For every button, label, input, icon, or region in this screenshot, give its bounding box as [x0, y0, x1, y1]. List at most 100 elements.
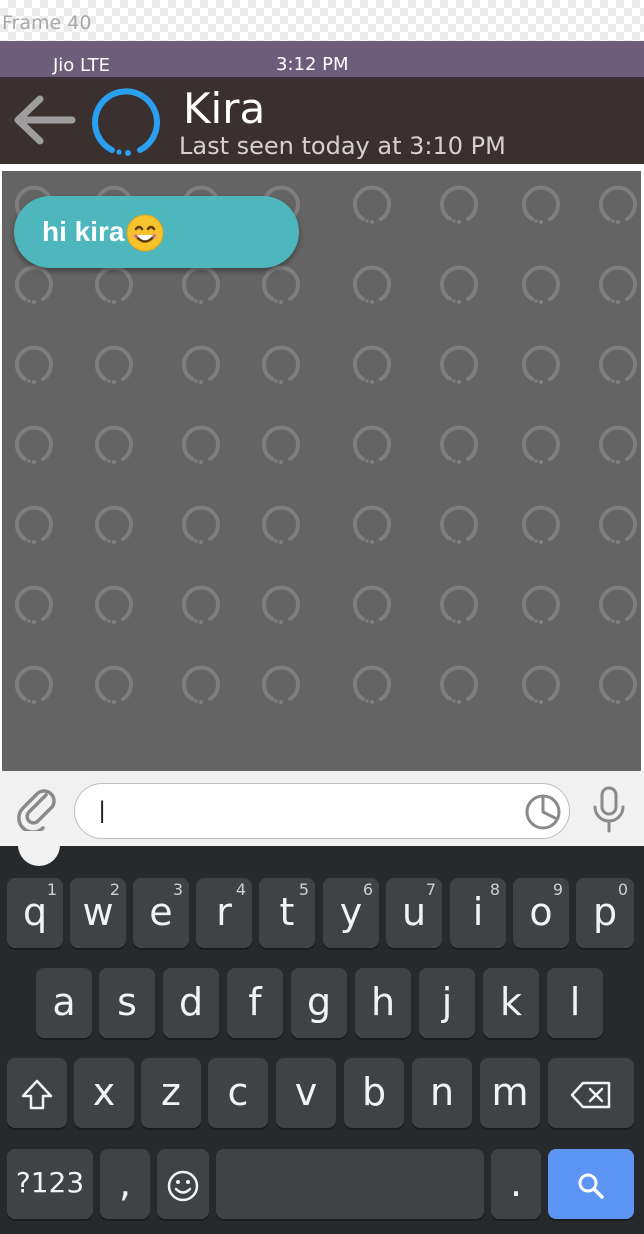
key-e[interactable]: e3	[133, 878, 189, 948]
wallpaper-ring	[182, 665, 220, 706]
key-k[interactable]: k	[483, 968, 539, 1038]
wallpaper-ring	[15, 665, 54, 706]
wallpaper-ring	[522, 265, 560, 306]
wallpaper-ring	[262, 345, 300, 386]
space-key[interactable]	[216, 1149, 484, 1219]
avatar[interactable]	[90, 86, 162, 158]
key-l[interactable]: l	[547, 968, 603, 1038]
carrier-label: Jio LTE	[53, 55, 110, 76]
key-m[interactable]: m	[480, 1058, 540, 1128]
mic-button[interactable]	[589, 785, 629, 835]
wallpaper-ring	[440, 585, 478, 626]
key-y[interactable]: y6	[323, 878, 379, 948]
key-f[interactable]: f	[227, 968, 283, 1038]
wallpaper-ring	[15, 425, 54, 466]
key-a[interactable]: a	[36, 968, 92, 1038]
wallpaper-ring	[522, 665, 560, 706]
key-w[interactable]: w2	[70, 878, 126, 948]
paperclip-icon	[17, 789, 56, 834]
key-g[interactable]: g	[291, 968, 347, 1038]
microphone-icon	[593, 786, 625, 833]
wallpaper-ring	[353, 265, 391, 306]
emoji-key[interactable]	[157, 1149, 209, 1219]
message-composer	[0, 771, 644, 846]
wallpaper-ring	[182, 505, 220, 546]
wallpaper-ring	[440, 265, 478, 306]
wallpaper-ring	[599, 425, 637, 466]
attach-button[interactable]	[16, 783, 60, 834]
key-b[interactable]: b	[344, 1058, 404, 1128]
arrow-left-icon	[14, 95, 76, 145]
key-o[interactable]: o9	[513, 878, 569, 948]
key-d[interactable]: d	[163, 968, 219, 1038]
wallpaper-ring	[95, 345, 133, 386]
message-input[interactable]	[74, 783, 570, 839]
loading-ring-icon	[92, 88, 160, 156]
wallpaper-ring	[353, 425, 391, 466]
wallpaper-ring	[522, 505, 560, 546]
wallpaper-ring	[95, 265, 133, 306]
wallpaper-ring	[522, 425, 560, 466]
soft-keyboard: q1 w2 e3 r4 t5 y6 u7 i8 o9 p0 a s d f g …	[0, 846, 644, 1234]
period-key[interactable]: .	[491, 1149, 541, 1219]
keyboard-suggestion-icon[interactable]	[18, 846, 60, 866]
wallpaper-ring	[95, 585, 133, 626]
status-time: 3:12 PM	[276, 54, 349, 75]
status-bar: Jio LTE 3:12 PM	[0, 41, 644, 77]
wallpaper-ring	[262, 585, 300, 626]
symbols-key[interactable]: ?123	[7, 1149, 93, 1219]
message-bubble[interactable]: hi kira	[14, 196, 299, 268]
wallpaper-ring	[440, 425, 478, 466]
key-i[interactable]: i8	[450, 878, 506, 948]
key-v[interactable]: v	[276, 1058, 336, 1128]
wallpaper-ring	[15, 505, 54, 546]
key-c[interactable]: c	[208, 1058, 268, 1128]
key-s[interactable]: s	[99, 968, 155, 1038]
search-icon	[578, 1173, 604, 1199]
key-x[interactable]: x	[74, 1058, 134, 1128]
shift-key[interactable]	[7, 1058, 67, 1128]
wallpaper-ring	[95, 505, 133, 546]
key-p[interactable]: p0	[576, 878, 634, 948]
frame-label: Frame 40	[2, 12, 92, 34]
wallpaper-ring	[182, 425, 220, 466]
wallpaper-ring	[353, 665, 391, 706]
key-n[interactable]: n	[412, 1058, 472, 1128]
back-button[interactable]	[10, 95, 78, 145]
shift-icon	[21, 1079, 53, 1109]
wallpaper-ring	[599, 585, 637, 626]
key-h[interactable]: h	[355, 968, 411, 1038]
key-q[interactable]: q1	[7, 878, 63, 948]
backspace-key[interactable]	[548, 1058, 634, 1128]
search-key[interactable]	[548, 1149, 634, 1219]
sticker-button[interactable]	[524, 793, 562, 831]
last-seen-status: Last seen today at 3:10 PM	[179, 132, 506, 160]
wallpaper-ring	[353, 345, 391, 386]
chat-header: Kira Last seen today at 3:10 PM	[0, 77, 644, 164]
wallpaper-ring	[95, 665, 133, 706]
key-j[interactable]: j	[419, 968, 475, 1038]
wallpaper-ring	[262, 505, 300, 546]
wallpaper-ring	[353, 585, 391, 626]
emoji-icon	[167, 1170, 199, 1201]
wallpaper-ring	[15, 345, 54, 386]
wallpaper-ring	[262, 425, 300, 466]
key-z[interactable]: z	[141, 1058, 201, 1128]
wallpaper-ring	[182, 265, 220, 306]
key-u[interactable]: u7	[386, 878, 442, 948]
key-r[interactable]: r4	[196, 878, 252, 948]
contact-name[interactable]: Kira	[183, 85, 265, 133]
wallpaper-ring	[599, 665, 637, 706]
message-text: hi kira	[42, 216, 125, 247]
chat-area[interactable]: hi kira	[2, 171, 641, 771]
smiling-face-emoji-icon	[126, 214, 164, 252]
sticker-icon	[525, 794, 561, 830]
wallpaper-ring	[353, 185, 391, 226]
wallpaper-ring	[15, 585, 54, 626]
wallpaper-ring	[440, 185, 478, 226]
phone-screen: Jio LTE 3:12 PM Kira Last seen today at …	[0, 41, 644, 1234]
wallpaper-ring	[262, 665, 300, 706]
comma-key[interactable]: ,	[100, 1149, 150, 1219]
wallpaper-ring	[440, 505, 478, 546]
key-t[interactable]: t5	[259, 878, 315, 948]
